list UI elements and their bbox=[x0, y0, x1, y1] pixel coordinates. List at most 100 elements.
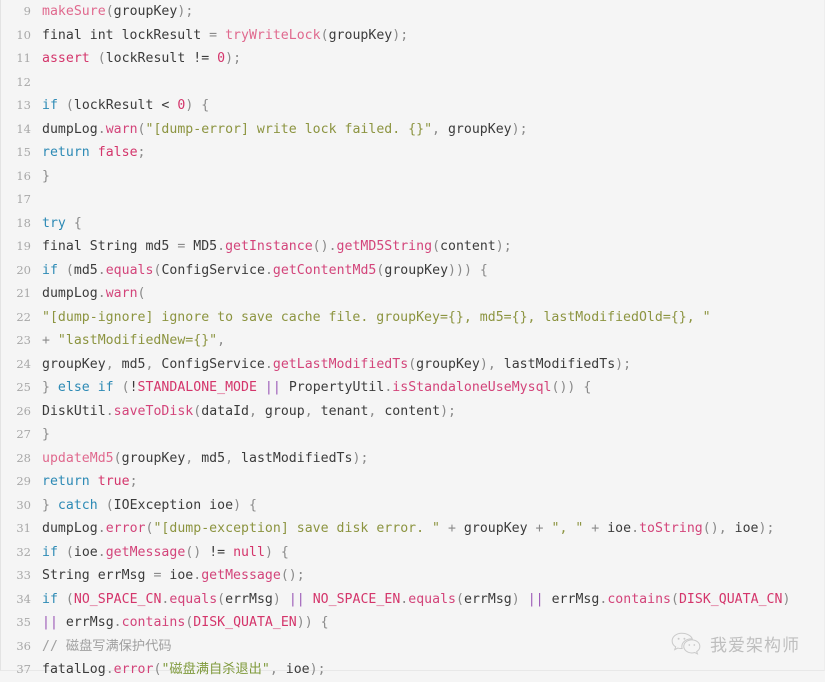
line-content[interactable]: + "lastModifiedNew={}", bbox=[31, 329, 824, 353]
code-line: 25} else if (!STANDALONE_MODE || Propert… bbox=[1, 376, 824, 400]
line-content[interactable]: String errMsg = ioe.getMessage(); bbox=[31, 564, 824, 588]
code-line: 13 if (lockResult < 0) { bbox=[1, 94, 824, 118]
code-token: final int lockResult bbox=[42, 27, 210, 43]
line-number: 37 bbox=[16, 662, 31, 676]
code-token: false bbox=[97, 145, 138, 160]
code-token: || bbox=[527, 591, 544, 607]
code-token: ()) bbox=[551, 380, 576, 395]
code-token: NO_SPACE_CN bbox=[73, 591, 162, 607]
code-line: 20 if (md5.equals(ConfigService.getConten… bbox=[1, 259, 824, 283]
line-number: 32 bbox=[16, 544, 31, 559]
code-token: , bbox=[718, 521, 735, 536]
code-token: + bbox=[527, 521, 552, 536]
line-content[interactable]: } bbox=[31, 165, 824, 189]
code-token: "磁盘满自杀退出" bbox=[161, 662, 270, 677]
line-number: 27 bbox=[16, 427, 31, 441]
code-token: . bbox=[97, 262, 106, 278]
code-token: contains bbox=[121, 615, 186, 630]
code-token: return bbox=[42, 145, 90, 160]
code-token: } bbox=[42, 497, 58, 513]
code-token: ; bbox=[296, 568, 305, 583]
code-token: ; bbox=[317, 662, 326, 677]
code-token: ( bbox=[105, 497, 114, 513]
code-token: , bbox=[185, 450, 202, 466]
line-content[interactable]: dumpLog.error("[dump-exception] save dis… bbox=[31, 517, 824, 541]
line-content[interactable]: final String md5 = MD5.getInstance().get… bbox=[31, 235, 824, 259]
code-token: getInstance bbox=[225, 239, 313, 254]
code-token: "lastModifiedNew={}" bbox=[57, 333, 218, 348]
code-token: ) bbox=[309, 662, 318, 677]
line-content[interactable]: if (ioe.getMessage() != null) { bbox=[31, 541, 824, 565]
line-number: 14 bbox=[16, 121, 31, 136]
code-token: ))) bbox=[448, 262, 472, 278]
line-content[interactable]: dumpLog.warn( bbox=[31, 282, 824, 306]
code-line: 19 final String md5 = MD5.getInstance().g… bbox=[1, 235, 824, 259]
line-content[interactable]: groupKey, md5, ConfigService.getLastModi… bbox=[31, 353, 824, 377]
code-token: . bbox=[97, 286, 106, 301]
line-content[interactable]: DiskUtil.saveToDisk(dataId, group, tenan… bbox=[31, 400, 824, 424]
code-token: () bbox=[185, 544, 202, 560]
code-token: lockResult bbox=[73, 98, 162, 113]
line-content[interactable]: } bbox=[31, 423, 824, 447]
line-content[interactable]: if (lockResult < 0) { bbox=[31, 94, 824, 118]
line-content[interactable]: } else if (!STANDALONE_MODE || PropertyU… bbox=[31, 376, 824, 400]
code-token: { bbox=[583, 380, 592, 395]
line-content[interactable]: updateMd5(groupKey, md5, lastModifiedTs)… bbox=[31, 447, 824, 471]
code-token: { bbox=[479, 262, 488, 278]
watermark-label: 我爱架构师 bbox=[710, 636, 800, 656]
code-token: tenant bbox=[320, 403, 369, 419]
code-token: getContentMd5 bbox=[272, 262, 377, 278]
code-token: . bbox=[97, 121, 106, 137]
code-line: 17 bbox=[1, 188, 824, 212]
line-content[interactable]: if (NO_SPACE_CN.equals(errMsg) || NO_SPA… bbox=[31, 588, 824, 612]
line-content[interactable]: assert (lockResult != 0); bbox=[31, 47, 824, 71]
line-content[interactable]: makeSure(groupKey); bbox=[31, 0, 824, 24]
code-token: < bbox=[161, 98, 178, 113]
line-content[interactable]: return false; bbox=[31, 141, 824, 165]
line-number: 20 bbox=[16, 262, 31, 277]
line-number: 35 bbox=[16, 615, 31, 629]
line-content[interactable]: if (md5.equals(ConfigService.getContentM… bbox=[31, 259, 824, 283]
code-token: , bbox=[225, 450, 242, 466]
line-content[interactable]: try { bbox=[31, 212, 824, 236]
line-content[interactable]: "[dump-ignore] ignore to save cache file… bbox=[31, 306, 824, 330]
code-token: ioe bbox=[285, 662, 310, 677]
code-token: , bbox=[487, 356, 504, 372]
code-line-list: 9 makeSure(groupKey); 10 final int lockResu… bbox=[1, 0, 824, 682]
code-line: 30} catch (IOException ioe) { bbox=[1, 494, 824, 518]
line-content[interactable]: final int lockResult = tryWriteLock(grou… bbox=[31, 24, 824, 48]
code-token: = bbox=[209, 27, 226, 43]
line-number: 10 bbox=[16, 27, 31, 42]
code-token: || bbox=[288, 591, 305, 607]
line-content[interactable]: return true; bbox=[31, 470, 824, 494]
code-token: getMessage bbox=[201, 568, 281, 583]
code-token: ( bbox=[432, 239, 441, 254]
code-token: ( bbox=[65, 262, 74, 278]
code-token: DISK_QUATA_CN bbox=[678, 591, 783, 607]
line-content[interactable]: fatalLog.error("磁盘满自杀退出", ioe); bbox=[31, 658, 824, 682]
code-token: ) bbox=[511, 121, 520, 137]
code-viewer[interactable]: 9 makeSure(groupKey); 10 final int lockResu… bbox=[0, 0, 825, 677]
code-token: final String md5 bbox=[42, 239, 178, 254]
line-content[interactable]: } catch (IOException ioe) { bbox=[31, 494, 824, 518]
code-token: else if bbox=[57, 380, 114, 395]
code-token: ) bbox=[615, 356, 624, 372]
code-token: ) bbox=[440, 403, 449, 419]
code-token: ioe bbox=[169, 568, 194, 583]
code-token: catch bbox=[57, 497, 98, 513]
code-token: = bbox=[177, 239, 194, 254]
line-content[interactable]: dumpLog.warn("[dump-error] write lock fa… bbox=[31, 118, 824, 142]
code-token: != bbox=[193, 51, 218, 66]
line-number: 28 bbox=[16, 450, 31, 465]
wechat-icon bbox=[671, 632, 701, 656]
line-number: 16 bbox=[16, 168, 31, 183]
code-token: . bbox=[631, 521, 640, 536]
